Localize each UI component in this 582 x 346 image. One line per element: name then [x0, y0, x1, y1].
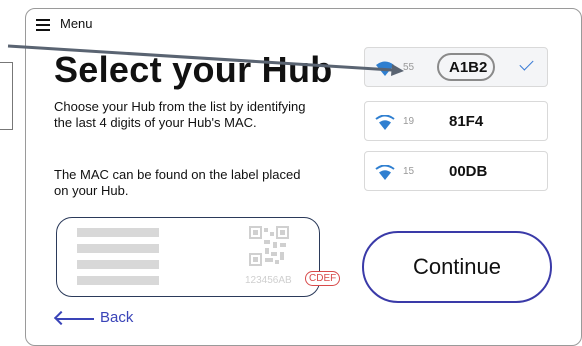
instructions-text: Choose your Hub from the list by identif…	[54, 99, 306, 130]
back-link[interactable]: Back	[100, 309, 133, 326]
page-title: Select your Hub	[54, 49, 333, 90]
label-line	[77, 228, 159, 237]
mac-suffix-highlight: CDEF	[305, 271, 341, 286]
hub-item[interactable]: 19 81F4	[364, 101, 548, 141]
continue-button[interactable]: Continue	[362, 231, 552, 303]
hub-item[interactable]: 55 A1B2	[364, 47, 548, 87]
signal-strength: 15	[403, 166, 415, 177]
menu-bar[interactable]: Menu	[26, 9, 581, 37]
back-arrow-line[interactable]	[56, 318, 94, 320]
hub-name: 00DB	[449, 163, 488, 180]
hub-item[interactable]: 15 00DB	[364, 151, 548, 191]
checkmark-icon	[519, 56, 534, 71]
mac-prefix: 123456AB	[245, 275, 292, 286]
hub-label-illustration: 123456AB CDEF	[56, 217, 341, 297]
label-line	[77, 244, 159, 253]
signal-strength: 55	[403, 62, 415, 73]
hub-name: A1B2	[449, 59, 488, 76]
label-line	[77, 276, 159, 285]
qr-code-icon	[249, 226, 289, 266]
wifi-icon	[376, 61, 394, 76]
menu-label[interactable]: Menu	[60, 16, 93, 31]
reference-panel-edge	[0, 62, 13, 130]
hub-name: 81F4	[449, 113, 484, 130]
wifi-icon	[375, 165, 395, 180]
signal-strength: 19	[403, 116, 415, 127]
hamburger-icon[interactable]	[36, 19, 50, 31]
label-line	[77, 260, 159, 269]
mac-hint-text: The MAC can be found on the label placed…	[54, 167, 301, 198]
wifi-icon	[375, 115, 395, 130]
app-frame: Menu Select your Hub Choose your Hub fro…	[25, 8, 582, 346]
